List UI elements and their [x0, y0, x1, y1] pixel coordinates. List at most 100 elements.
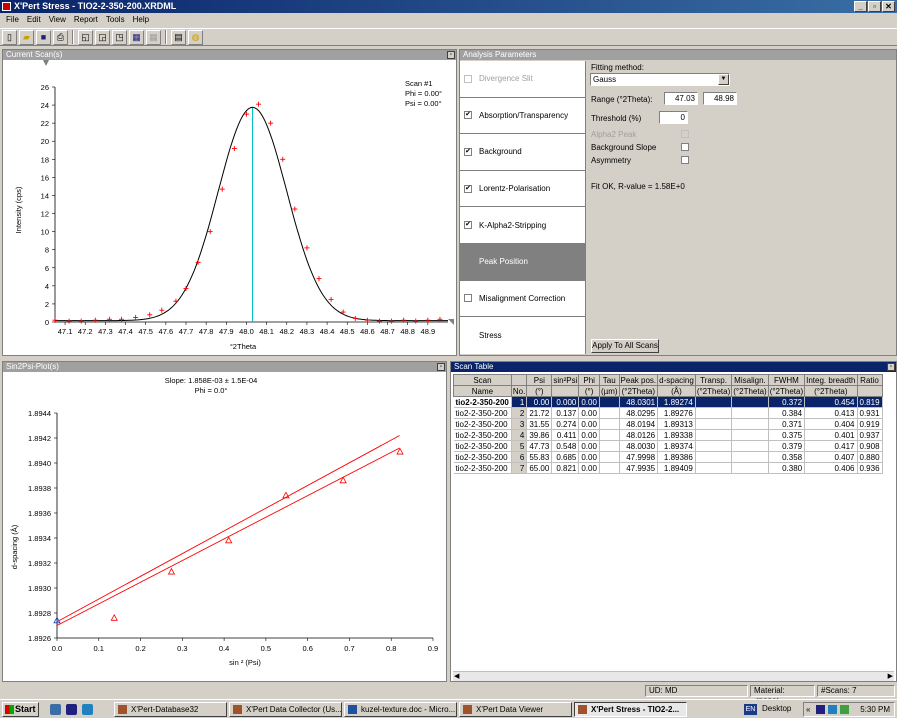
table-cell[interactable]: 0.406: [804, 462, 858, 474]
step-misalignment-correction[interactable]: Misalignment Correction: [460, 281, 585, 318]
column-unit-header[interactable]: (°2Theta): [618, 385, 659, 397]
task-xpert-stress[interactable]: X'Pert Stress - TIO2-2...: [574, 702, 687, 717]
layout-1-icon[interactable]: ◱: [78, 29, 93, 45]
table-cell[interactable]: 0.358: [768, 451, 806, 463]
apply-to-all-scans-button[interactable]: Apply To All Scans: [591, 339, 659, 353]
table-cell[interactable]: [731, 407, 769, 419]
table-cell[interactable]: 31.55: [526, 418, 553, 430]
table-cell[interactable]: 47.73: [526, 440, 553, 452]
column-header[interactable]: Integ. breadth: [804, 374, 858, 386]
checkbox-checked[interactable]: ✔: [464, 221, 472, 230]
fitting-method-select[interactable]: Gauss ▼: [590, 73, 730, 86]
table-cell[interactable]: [695, 429, 733, 441]
column-unit-header[interactable]: [856, 385, 883, 397]
close-button[interactable]: ✕: [882, 1, 895, 12]
background-slope-checkbox[interactable]: [681, 143, 689, 151]
close-icon[interactable]: ▫: [887, 363, 895, 371]
step-peak-position[interactable]: Peak Position: [460, 243, 585, 281]
chevron-down-icon[interactable]: ▼: [718, 74, 729, 85]
table-row[interactable]: tio2-2-350-200 6 55.83 0.685 0.00 47.9998 1.89…: [453, 451, 883, 463]
column-header[interactable]: sin²Psi: [551, 374, 580, 386]
checkbox[interactable]: [464, 294, 472, 303]
step-lorentz-polarisation[interactable]: ✔ Lorentz-Polarisation: [460, 171, 585, 208]
column-unit-header[interactable]: (µm): [598, 385, 620, 397]
table-cell[interactable]: 2: [511, 407, 528, 419]
range-to-input[interactable]: 48.98: [703, 92, 737, 105]
column-header[interactable]: Transp.: [694, 374, 733, 386]
table-cell[interactable]: 0.384: [768, 407, 806, 419]
close-icon[interactable]: ▫: [437, 363, 445, 371]
ie-icon[interactable]: [50, 704, 61, 715]
table-cell[interactable]: [731, 396, 769, 408]
table-cell[interactable]: 0.401: [804, 429, 858, 441]
checkbox-checked[interactable]: ✔: [464, 111, 472, 120]
grid-icon[interactable]: ▦: [129, 29, 144, 45]
table-cell[interactable]: 48.0030: [619, 440, 659, 452]
column-unit-header[interactable]: (°): [526, 385, 553, 397]
step-absorption[interactable]: ✔ Absorption/Transparency: [460, 98, 585, 135]
column-unit-header[interactable]: (°2Theta): [694, 385, 733, 397]
table-row[interactable]: tio2-2-350-200 5 47.73 0.548 0.00 48.0030 1.89…: [453, 440, 883, 452]
step-stress[interactable]: Stress: [460, 317, 585, 354]
close-icon[interactable]: ▫: [447, 51, 455, 59]
range-from-input[interactable]: 47.03: [664, 92, 698, 105]
print-icon[interactable]: ⎙: [53, 29, 68, 45]
grid-disabled-icon[interactable]: ▦: [146, 29, 161, 45]
table-cell[interactable]: 5: [511, 440, 528, 452]
range-start-marker[interactable]: [43, 60, 49, 66]
menu-edit[interactable]: Edit: [23, 15, 45, 24]
checkbox-checked[interactable]: ✔: [464, 184, 472, 193]
table-cell[interactable]: [731, 429, 769, 441]
table-cell[interactable]: 0.371: [768, 418, 806, 430]
asymmetry-checkbox[interactable]: [681, 156, 689, 164]
menu-view[interactable]: View: [45, 15, 70, 24]
language-indicator[interactable]: EN: [744, 704, 757, 715]
checkbox-checked[interactable]: ✔: [464, 147, 472, 156]
table-cell[interactable]: 0.375: [768, 429, 806, 441]
table-cell[interactable]: 0.380: [768, 462, 806, 474]
tray-icon[interactable]: [816, 705, 825, 714]
table-cell[interactable]: 0.000: [551, 396, 580, 408]
table-cell[interactable]: 48.0194: [619, 418, 659, 430]
window-titlebar[interactable]: X'Pert Stress - TIO2-2-350-200.XRDML _ ▫…: [0, 0, 897, 13]
table-cell[interactable]: 0.936: [857, 462, 883, 474]
table-cell[interactable]: tio2-2-350-200: [453, 462, 512, 474]
range-end-marker[interactable]: [448, 319, 454, 325]
table-cell[interactable]: 48.0295: [619, 407, 659, 419]
column-header[interactable]: FWHM: [767, 374, 806, 386]
table-cell[interactable]: 0.819: [857, 396, 883, 408]
save-icon[interactable]: ■: [36, 29, 51, 45]
table-cell[interactable]: 0.404: [804, 418, 858, 430]
table-cell[interactable]: tio2-2-350-200: [453, 396, 512, 408]
table-cell[interactable]: tio2-2-350-200: [453, 429, 512, 441]
menu-help[interactable]: Help: [129, 15, 153, 24]
column-unit-header[interactable]: (°): [578, 385, 600, 397]
column-unit-header[interactable]: [551, 385, 580, 397]
table-cell[interactable]: 0.00: [526, 396, 553, 408]
table-cell[interactable]: 0.137: [551, 407, 580, 419]
table-cell[interactable]: [731, 440, 769, 452]
horizontal-scrollbar[interactable]: ◀ ▶: [453, 671, 894, 681]
task-data-collector[interactable]: X'Pert Data Collector (Us...: [229, 702, 342, 717]
tray-expand-icon[interactable]: «: [806, 703, 810, 716]
table-cell[interactable]: 7: [511, 462, 528, 474]
table-cell[interactable]: 0.417: [804, 440, 858, 452]
menu-report[interactable]: Report: [70, 15, 102, 24]
column-header[interactable]: Misalign.: [731, 374, 769, 386]
table-cell[interactable]: tio2-2-350-200: [453, 451, 512, 463]
table-cell[interactable]: 1.89338: [657, 429, 696, 441]
table-cell[interactable]: [599, 451, 620, 463]
table-cell[interactable]: 55.83: [526, 451, 553, 463]
select-icon[interactable]: ◍: [188, 29, 203, 45]
sin2psi-chart[interactable]: Slope: 1.858E-03 ± 1.5E-04 Phi = 0.0° 0.…: [3, 372, 446, 681]
open-folder-icon[interactable]: ▰: [19, 29, 34, 45]
table-cell[interactable]: 0.274: [551, 418, 580, 430]
table-row[interactable]: tio2-2-350-200 4 39.86 0.411 0.00 48.0126 1.89…: [453, 429, 883, 441]
table-cell[interactable]: 4: [511, 429, 528, 441]
table-cell[interactable]: 0.407: [804, 451, 858, 463]
table-cell[interactable]: [731, 418, 769, 430]
checkbox[interactable]: [464, 74, 472, 83]
quick-launch-icon[interactable]: [66, 704, 77, 715]
column-header[interactable]: d-spacing: [657, 374, 696, 386]
table-cell[interactable]: 1: [511, 396, 528, 408]
